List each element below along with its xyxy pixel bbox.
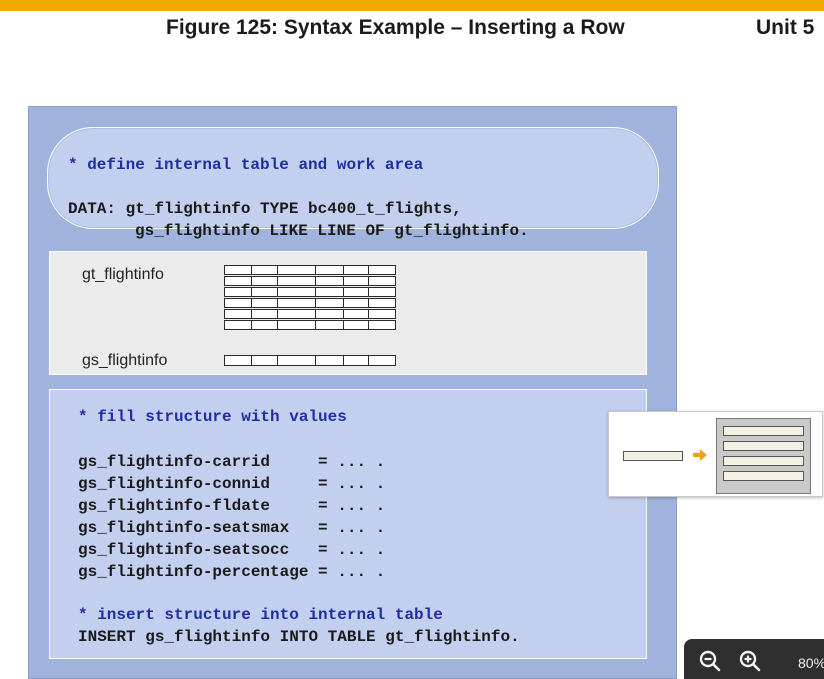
work-area-row [224,355,396,366]
assignment-line: gs_flightinfo-seatsmax = ... . [78,519,386,537]
figure-title: Figure 125: Syntax Example – Inserting a… [166,16,625,39]
define-line-1: DATA: gt_flightinfo TYPE bc400_t_flights… [68,200,462,218]
internal-table-grid [224,265,396,331]
assignment-line: gs_flightinfo-percentage = ... . [78,563,386,581]
define-comment: * define internal table and work area [68,156,424,174]
assignment-line: gs_flightinfo-carrid = ... . [78,453,386,471]
insert-comment: * insert structure into internal table [78,606,443,624]
assignment-line: gs_flightinfo-connid = ... . [78,475,386,493]
assignment-line: gs_flightinfo-seatsocc = ... . [78,541,386,559]
zoom-control-bar: 80% [684,639,824,679]
slide-figure: * define internal table and work area DA… [28,106,677,679]
top-accent-bar [0,0,824,11]
fill-insert-code-block: * fill structure with values gs_flightin… [49,389,647,659]
fill-comment: * fill structure with values [78,408,347,426]
assignment-line: gs_flightinfo-fldate = ... . [78,497,386,515]
zoom-level: 80% [798,655,824,671]
work-area-label: gs_flightinfo [82,352,168,369]
insert-row-illustration [608,411,823,497]
source-row [623,451,683,461]
define-code-block: * define internal table and work area DA… [47,127,659,240]
unit-label: Unit 5 [756,16,815,39]
zoom-out-icon[interactable] [698,649,722,673]
insert-statement: INSERT gs_flightinfo INTO TABLE gt_fligh… [78,628,520,646]
define-line-2: gs_flightinfo LIKE LINE OF gt_flightinfo… [135,222,529,240]
internal-table-label: gt_flightinfo [82,266,164,283]
memory-diagram: gt_flightinfo gs_flightinfo [49,251,647,375]
arrow-right-icon [693,449,707,461]
target-table [716,418,811,494]
zoom-in-icon[interactable] [738,649,762,673]
